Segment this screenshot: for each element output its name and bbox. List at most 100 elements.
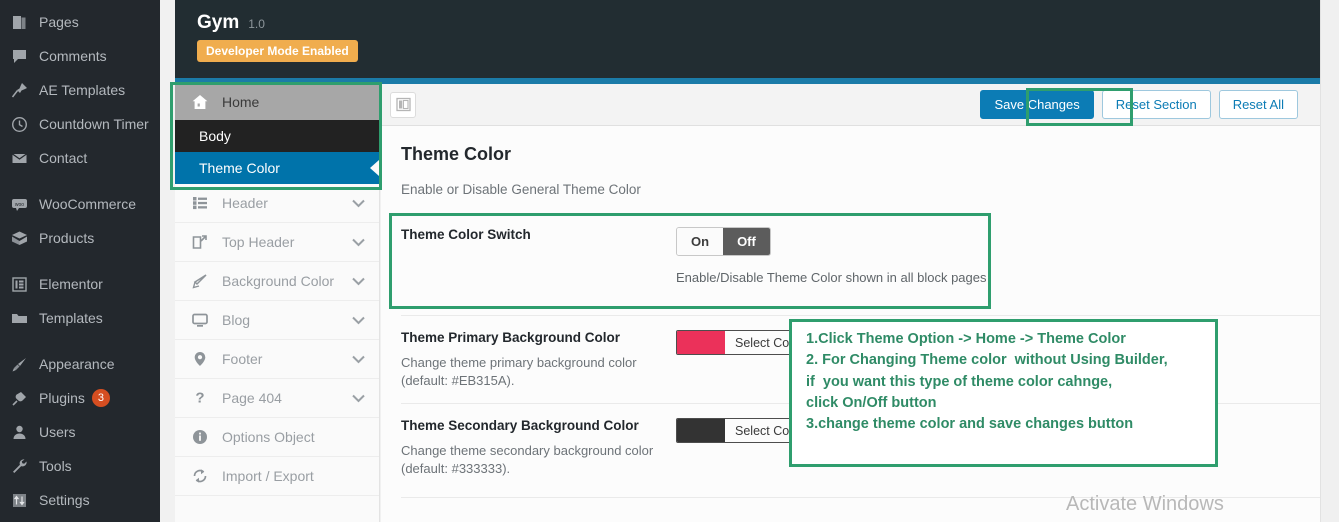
sidebar-item-appearance[interactable]: Appearance — [0, 347, 160, 381]
export-icon — [189, 234, 211, 250]
sidebar-item-home[interactable]: Home — [175, 84, 379, 120]
section-subtitle: Enable or Disable General Theme Color — [401, 182, 641, 197]
chevron-down-icon — [352, 234, 365, 250]
plugins-update-badge: 3 — [91, 389, 110, 407]
sidebar-item-label: Options Object — [222, 429, 315, 445]
sidebar-item-label: Appearance — [39, 356, 115, 372]
field-label-block: Theme Primary Background Color Change th… — [401, 330, 676, 389]
question-icon: ? — [189, 390, 211, 406]
annotation-note: 1.Click Theme Option -> Home -> Theme Co… — [789, 319, 1218, 467]
divider — [401, 497, 1320, 499]
sidebar-item-tools[interactable]: Tools — [0, 449, 160, 483]
sidebar-item-footer[interactable]: Footer — [175, 340, 379, 379]
sidebar-item-body[interactable]: Body — [175, 120, 379, 152]
annotation-note-text: 1.Click Theme Option -> Home -> Theme Co… — [806, 331, 1168, 433]
chevron-down-icon — [352, 312, 365, 328]
sidebar-item-label: Plugins — [39, 390, 85, 406]
sidebar-item-label: Tools — [39, 458, 72, 474]
sidebar-item-users[interactable]: Users — [0, 415, 160, 449]
toggle-on-option[interactable]: On — [677, 228, 724, 255]
sidebar-item-label: Settings — [39, 492, 90, 508]
theme-color-toggle[interactable]: On Off — [676, 227, 771, 256]
field-control-block: On Off Enable/Disable Theme Color shown … — [676, 227, 1320, 285]
sidebar-item-label: Contact — [39, 150, 88, 166]
field-description: Change theme secondary background color … — [401, 443, 654, 476]
brush-icon — [8, 354, 30, 374]
sidebar-item-theme-color[interactable]: Theme Color — [175, 152, 379, 184]
save-button[interactable]: Save Changes — [980, 90, 1094, 119]
sidebar-item-page-404[interactable]: ? Page 404 — [175, 379, 379, 418]
field-theme-color-switch: Theme Color Switch On Off Enable/Disable… — [401, 197, 1320, 299]
monitor-icon — [189, 312, 211, 328]
field-help-text: Enable/Disable Theme Color shown in all … — [676, 270, 987, 285]
mail-icon — [8, 148, 30, 168]
toolbar-actions: Save Changes Reset Section Reset All — [980, 90, 1320, 119]
sidebar-item-label: Countdown Timer — [39, 116, 149, 132]
folder-icon — [8, 308, 30, 328]
sidebar-item-blog[interactable]: Blog — [175, 301, 379, 340]
sidebar-separator — [0, 255, 160, 267]
sidebar-item-header[interactable]: Header — [175, 184, 379, 223]
plug-icon — [8, 388, 30, 408]
sidebar-item-comments[interactable]: Comments — [0, 39, 160, 73]
sidebar-separator — [0, 335, 160, 347]
field-label-block: Theme Secondary Background Color Change … — [401, 418, 676, 477]
sidebar-item-label: Products — [39, 230, 95, 246]
sidebar-item-settings[interactable]: Settings — [0, 483, 160, 517]
woo-icon: woo — [8, 194, 30, 214]
sidebar-item-top-header[interactable]: Top Header — [175, 223, 379, 262]
clock-icon — [8, 114, 30, 134]
status-badge: Developer Mode Enabled — [197, 40, 358, 62]
layout-icon[interactable] — [390, 91, 416, 118]
sidebar-item-options-object[interactable]: Options Object — [175, 418, 379, 457]
wrench-icon — [8, 456, 30, 476]
settings-toolbar: Save Changes Reset Section Reset All — [381, 84, 1320, 126]
sidebar-item-label: Top Header — [222, 234, 295, 250]
sidebar-item-label: Comments — [39, 48, 107, 64]
sync-icon — [189, 468, 211, 484]
home-icon — [189, 93, 211, 111]
sidebar-item-elementor[interactable]: Elementor — [0, 267, 160, 301]
sidebar-item-countdown-timer[interactable]: Countdown Timer — [0, 107, 160, 141]
app-root: Pages Comments AE Templates Countdown Ti… — [0, 0, 1339, 522]
sidebar-item-ae-templates[interactable]: AE Templates — [0, 73, 160, 107]
info-icon — [189, 429, 211, 445]
sidebar-item-templates[interactable]: Templates — [0, 301, 160, 335]
settings-sidebar: Home Body Theme Color Header Top Header … — [175, 84, 380, 522]
sidebar-item-label: Header — [222, 195, 268, 211]
toggle-off-option[interactable]: Off — [723, 228, 770, 255]
sidebar-item-import-export[interactable]: Import / Export — [175, 457, 379, 496]
sidebar-item-contact[interactable]: Contact — [0, 141, 160, 175]
pin-location-icon — [189, 351, 211, 367]
field-label: Theme Primary Background Color — [401, 330, 621, 345]
field-label-block: Theme Color Switch — [401, 227, 676, 242]
panel-title-row: Gym 1.0 — [197, 12, 1320, 34]
sidebar-item-label: Users — [39, 424, 76, 440]
sidebar-item-plugins[interactable]: Plugins 3 — [0, 381, 160, 415]
list-icon — [189, 195, 211, 211]
color-swatch — [677, 331, 725, 354]
user-icon — [8, 422, 30, 442]
section-title: Theme Color — [401, 144, 512, 164]
sidebar-item-woocommerce[interactable]: woo WooCommerce — [0, 187, 160, 221]
chevron-down-icon — [352, 195, 365, 211]
right-gutter — [1320, 0, 1339, 522]
chevron-down-icon — [352, 273, 365, 289]
sidebar-item-pages[interactable]: Pages — [0, 5, 160, 39]
field-description: Change theme primary background color (d… — [401, 355, 637, 388]
comments-icon — [8, 46, 30, 66]
pages-icon — [8, 12, 30, 32]
reset-all-button[interactable]: Reset All — [1218, 90, 1298, 119]
box-icon — [8, 228, 30, 248]
svg-text:woo: woo — [14, 201, 23, 207]
sidebar-item-label: Templates — [39, 310, 103, 326]
sidebar-item-background-color[interactable]: Background Color — [175, 262, 379, 301]
reset-section-button[interactable]: Reset Section — [1101, 90, 1211, 119]
version-label: 1.0 — [248, 17, 265, 31]
sliders-icon — [8, 490, 30, 510]
sidebar-item-label: Body — [199, 128, 231, 144]
sidebar-item-label: Theme Color — [199, 160, 280, 176]
sidebar-item-products[interactable]: Products — [0, 221, 160, 255]
color-swatch — [677, 419, 725, 443]
svg-text:?: ? — [195, 390, 204, 406]
